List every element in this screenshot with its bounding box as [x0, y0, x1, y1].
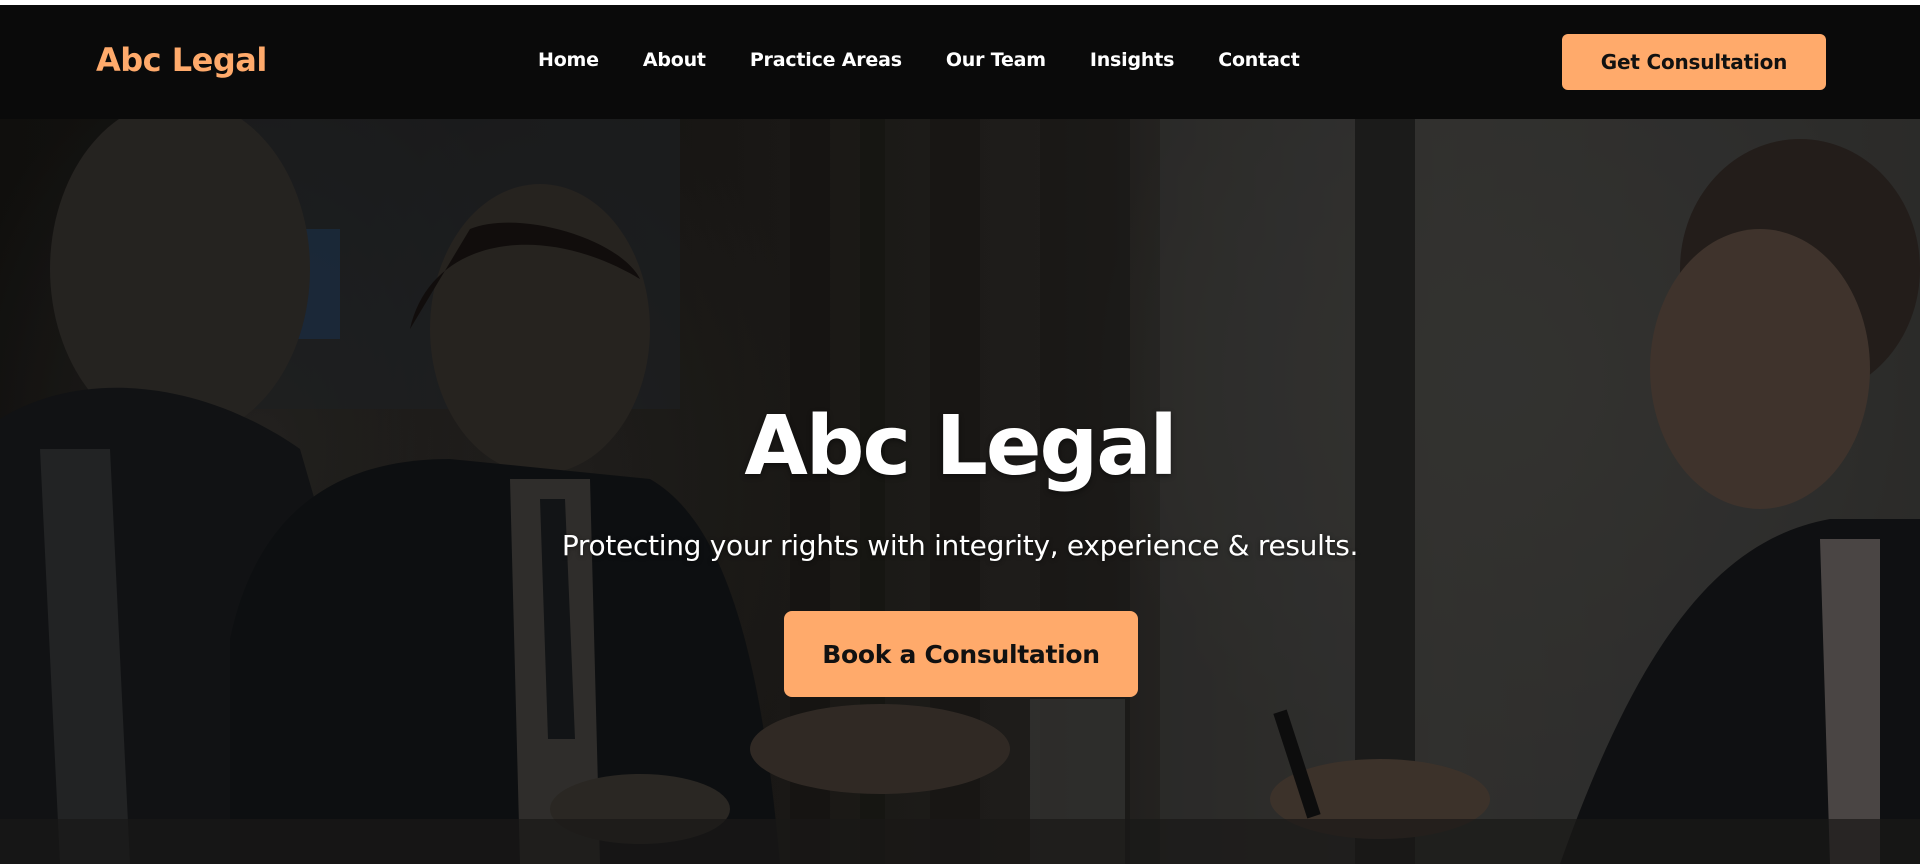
site-header: Abc Legal Home About Practice Areas Our …: [0, 5, 1920, 119]
nav-link-contact[interactable]: Contact: [1218, 49, 1300, 71]
book-consultation-button[interactable]: Book a Consultation: [784, 611, 1138, 697]
nav-link-practice-areas[interactable]: Practice Areas: [750, 49, 902, 71]
nav-link-our-team[interactable]: Our Team: [946, 49, 1046, 71]
hero-subtitle: Protecting your rights with integrity, e…: [561, 529, 1359, 562]
nav-link-home[interactable]: Home: [538, 49, 599, 71]
main-nav: Home About Practice Areas Our Team Insig…: [538, 49, 1300, 71]
hero-section: Abc Legal Protecting your rights with in…: [0, 119, 1920, 864]
brand-logo[interactable]: Abc Legal: [96, 41, 267, 79]
hero-title: Abc Legal: [744, 399, 1177, 494]
get-consultation-button[interactable]: Get Consultation: [1562, 34, 1826, 90]
nav-link-insights[interactable]: Insights: [1090, 49, 1175, 71]
nav-link-about[interactable]: About: [643, 49, 706, 71]
